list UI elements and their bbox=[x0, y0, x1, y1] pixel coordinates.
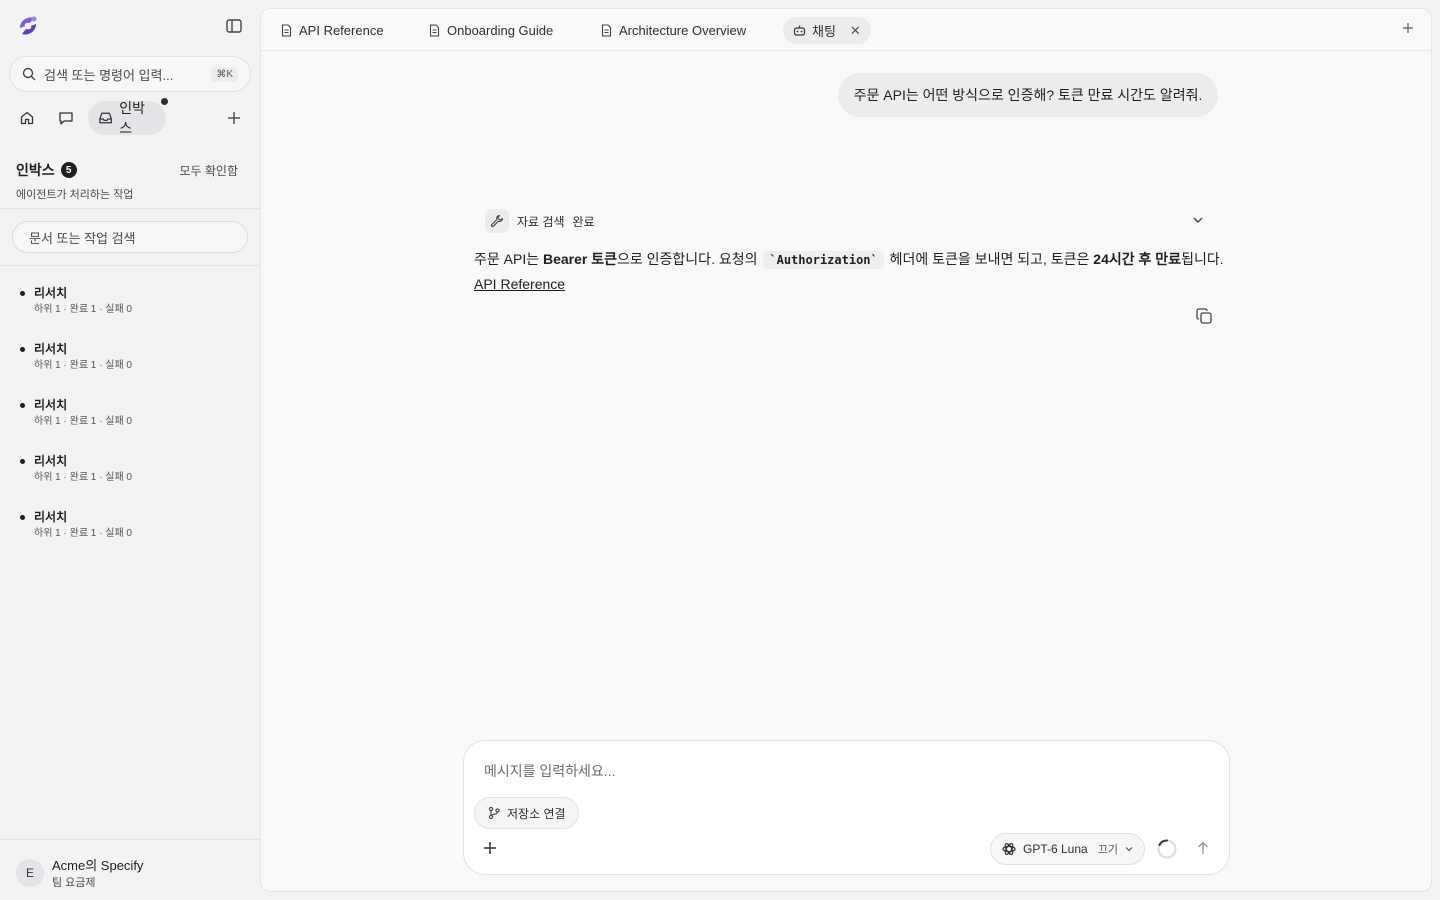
task-title: 리서치 bbox=[34, 454, 68, 468]
new-button[interactable] bbox=[217, 101, 251, 135]
source-link[interactable]: API Reference bbox=[474, 276, 565, 292]
search-placeholder: 검색 또는 명령어 입력... bbox=[44, 67, 174, 83]
nav-chat-button[interactable] bbox=[49, 101, 83, 135]
app-logo-icon[interactable] bbox=[16, 14, 40, 38]
user-plan: 팀 요금제 bbox=[52, 877, 96, 889]
search-shortcut: ⌘K bbox=[211, 66, 238, 82]
inbox-icon bbox=[99, 112, 112, 124]
chevron-down-icon bbox=[1125, 847, 1133, 852]
document-icon bbox=[281, 24, 292, 37]
tab-chat[interactable]: 채팅 ✕ bbox=[783, 17, 871, 44]
task-meta: 하위 1 · 완료 1 · 실패 0 bbox=[34, 360, 132, 371]
avatar: E bbox=[16, 858, 44, 887]
answer-text: 헤더에 토큰을 보내면 되고, 토큰은 bbox=[885, 251, 1094, 267]
model-selector[interactable]: GPT-6 Luna 끄기 bbox=[990, 833, 1145, 865]
tab-bar: API Reference Onboarding Guide Architect… bbox=[261, 9, 1431, 51]
main-panel: API Reference Onboarding Guide Architect… bbox=[260, 8, 1432, 892]
doc-search-input[interactable]: 문서 또는 작업 검색 bbox=[12, 221, 248, 253]
send-arrow-up-icon[interactable] bbox=[1195, 840, 1211, 856]
task-meta: 하위 1 · 완료 1 · 실패 0 bbox=[34, 304, 132, 315]
inbox-subtitle: 에이전트가 처리하는 작업 bbox=[16, 189, 134, 201]
user-message-bubble: 주문 API는 어떤 방식으로 인증해? 토큰 만료 시간도 알려줘. bbox=[838, 73, 1218, 117]
task-bullet bbox=[20, 459, 25, 464]
tool-call-row[interactable]: 자료 검색 완료 bbox=[485, 208, 1205, 234]
nav-home-button[interactable] bbox=[10, 101, 44, 135]
answer-text: 주문 API는 bbox=[474, 251, 543, 267]
document-icon bbox=[601, 24, 612, 37]
copy-icon[interactable] bbox=[1195, 307, 1213, 325]
tab-label: Architecture Overview bbox=[619, 23, 747, 38]
task-meta: 하위 1 · 완료 1 · 실패 0 bbox=[34, 472, 132, 483]
connect-repo-button[interactable]: 저장소 연결 bbox=[474, 797, 579, 829]
loading-spinner-icon bbox=[1157, 839, 1177, 859]
inbox-count-badge: 5 bbox=[60, 162, 77, 178]
sidebar: 검색 또는 명령어 입력... ⌘K 인박스 인박스 5 모두 확인함 에이전트… bbox=[0, 0, 260, 900]
tab-label: Onboarding Guide bbox=[447, 23, 554, 38]
task-title: 리서치 bbox=[34, 398, 68, 412]
answer-code: `Authorization` bbox=[763, 251, 884, 269]
task-title: 리서치 bbox=[34, 510, 68, 524]
attach-plus-icon[interactable] bbox=[482, 840, 498, 856]
task-bullet bbox=[20, 291, 25, 296]
add-tab-icon[interactable] bbox=[1401, 21, 1415, 35]
inbox-title: 인박스 bbox=[16, 162, 55, 178]
close-tab-icon[interactable]: ✕ bbox=[850, 23, 861, 39]
sidebar-toggle-icon[interactable] bbox=[225, 17, 243, 35]
nav-inbox-button[interactable]: 인박스 bbox=[88, 100, 166, 136]
task-item[interactable]: 리서치 하위 1 · 완료 1 · 실패 0 bbox=[0, 340, 260, 396]
task-meta: 하위 1 · 완료 1 · 실패 0 bbox=[34, 416, 132, 427]
task-item[interactable]: 리서치 하위 1 · 완료 1 · 실패 0 bbox=[0, 284, 260, 340]
task-item[interactable]: 리서치 하위 1 · 완료 1 · 실패 0 bbox=[0, 508, 260, 564]
task-title: 리서치 bbox=[34, 286, 68, 300]
answer-bold: Bearer 토큰 bbox=[543, 251, 618, 267]
chat-icon bbox=[59, 112, 73, 125]
task-bullet bbox=[20, 347, 25, 352]
task-bullet bbox=[20, 403, 25, 408]
task-bullet bbox=[20, 515, 25, 520]
user-message-text: 주문 API는 어떤 방식으로 인증해? 토큰 만료 시간도 알려줘. bbox=[853, 87, 1203, 103]
bot-icon bbox=[793, 25, 806, 36]
task-item[interactable]: 리서치 하위 1 · 완료 1 · 실패 0 bbox=[0, 396, 260, 452]
message-input[interactable]: 메시지를 입력하세요... bbox=[484, 761, 615, 781]
task-list: 리서치 하위 1 · 완료 1 · 실패 0 리서치 하위 1 · 완료 1 ·… bbox=[0, 284, 260, 564]
git-branch-icon bbox=[488, 806, 500, 820]
user-account[interactable]: E Acme의 Specify 팀 요금제 bbox=[16, 855, 143, 890]
doc-search-placeholder: 문서 또는 작업 검색 bbox=[29, 230, 136, 246]
task-item[interactable]: 리서치 하위 1 · 완료 1 · 실패 0 bbox=[0, 452, 260, 508]
document-icon bbox=[429, 24, 440, 37]
sidebar-nav: 인박스 bbox=[10, 98, 251, 136]
tab-api-reference[interactable]: API Reference bbox=[280, 17, 384, 44]
tab-onboarding-guide[interactable]: Onboarding Guide bbox=[428, 17, 553, 44]
user-name: Acme의 Specify bbox=[52, 858, 144, 873]
home-icon bbox=[20, 111, 34, 125]
model-name: GPT-6 Luna bbox=[1023, 842, 1088, 856]
tool-name: 자료 검색 bbox=[517, 214, 565, 229]
mark-all-read-button[interactable]: 모두 확인함 bbox=[179, 162, 238, 179]
tab-architecture-overview[interactable]: Architecture Overview bbox=[600, 17, 746, 44]
nav-inbox-label: 인박스 bbox=[119, 100, 145, 136]
answer-bold: 24시간 후 만료 bbox=[1093, 251, 1182, 267]
tool-status: 완료 bbox=[572, 214, 595, 229]
model-toggle-label: 끄기 bbox=[1097, 844, 1118, 856]
connect-repo-label: 저장소 연결 bbox=[507, 806, 566, 821]
openai-icon bbox=[1002, 843, 1016, 855]
divider bbox=[0, 265, 260, 266]
chevron-down-icon[interactable] bbox=[1191, 213, 1205, 227]
inbox-header: 인박스 5 모두 확인함 에이전트가 처리하는 작업 bbox=[16, 160, 244, 202]
answer-text: 됩니다. bbox=[1181, 251, 1224, 267]
tab-label: 채팅 bbox=[812, 24, 836, 39]
plus-icon bbox=[228, 112, 240, 124]
tab-label: API Reference bbox=[299, 23, 384, 38]
divider bbox=[0, 208, 260, 209]
command-search-input[interactable]: 검색 또는 명령어 입력... ⌘K bbox=[9, 56, 251, 92]
wrench-icon bbox=[485, 209, 509, 233]
answer-text: 으로 인증합니다. 요청의 bbox=[617, 251, 762, 267]
search-icon bbox=[22, 67, 36, 81]
notification-dot bbox=[161, 98, 168, 105]
assistant-answer: 주문 API는 Bearer 토큰으로 인증합니다. 요청의 `Authoriz… bbox=[474, 247, 1224, 296]
task-title: 리서치 bbox=[34, 342, 68, 356]
message-composer: 메시지를 입력하세요... 저장소 연결 GPT-6 Luna 끄기 bbox=[463, 740, 1230, 875]
task-meta: 하위 1 · 완료 1 · 실패 0 bbox=[34, 528, 132, 539]
divider bbox=[0, 839, 260, 840]
